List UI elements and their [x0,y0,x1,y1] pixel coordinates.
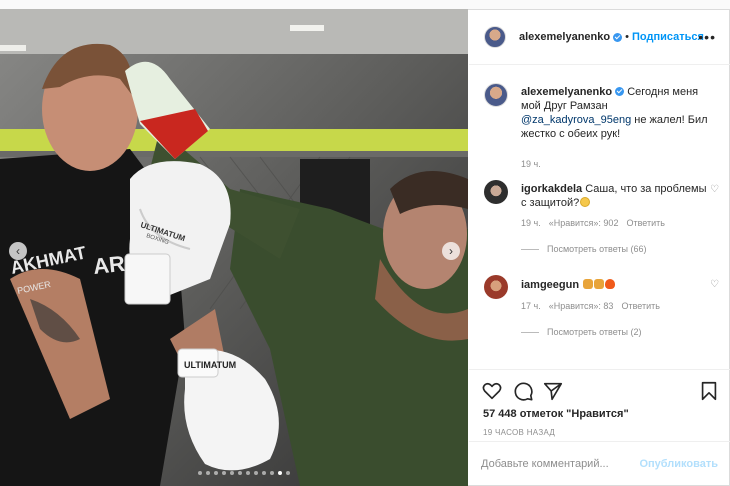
comments-list[interactable]: alexemelyanenko Сегодня меня мой Друг Ра… [469,66,730,369]
more-options-icon[interactable]: ••• [698,29,716,45]
commenter-username[interactable]: igorkakdela [521,183,582,195]
post-header: alexemelyanenko • Подписаться ••• [469,9,730,65]
commenter-username[interactable]: iamgeegun [521,279,579,291]
author-username[interactable]: alexemelyanenko [519,31,610,43]
comment-meta: 17 ч. «Нравится»: 83 Ответить [521,301,660,311]
commenter-avatar[interactable] [484,180,508,204]
author-avatar[interactable] [484,25,506,48]
comment-text: igorkakdela Саша, что за проблемы с защи… [521,182,711,210]
carousel-dot [238,471,242,475]
view-replies-label: Посмотреть ответы (66) [547,244,647,254]
comment-likes[interactable]: «Нравится»: 902 [549,218,619,228]
carousel-dot [254,471,258,475]
boxing-photo: AKHMAT POWER ARKHAT ULTIMATUM BOXING ULT… [0,9,468,486]
flexed-biceps-icon [583,279,594,289]
cuff-text: ULTIMATUM [184,360,236,370]
chevron-right-icon: › [449,244,453,258]
publish-button[interactable]: Опубликовать [639,458,718,470]
view-replies-button[interactable]: Посмотреть ответы (66) [521,244,647,254]
caption-username[interactable]: alexemelyanenko [521,86,612,98]
flexed-biceps-icon [594,279,605,289]
comment-likes[interactable]: «Нравится»: 83 [549,301,614,311]
fire-icon [605,279,616,289]
like-comment-heart-icon[interactable]: ♡ [710,279,719,290]
next-photo-button[interactable]: › [442,242,460,260]
carousel-dot [206,471,210,475]
follow-button[interactable]: Подписаться [632,31,704,43]
view-replies-label: Посмотреть ответы (2) [547,327,642,337]
comment-icon[interactable] [512,380,534,402]
mention-link[interactable]: @za_kadyrova_95eng [521,114,631,126]
comment-time[interactable]: 17 ч. [521,301,541,311]
like-comment-heart-icon[interactable]: ♡ [710,184,719,195]
caption-meta: 19 ч. [521,159,541,169]
likes-count[interactable]: 57 448 отметок "Нравится" [483,408,629,420]
carousel-dot [198,471,202,475]
post-side-panel: alexemelyanenko • Подписаться ••• alexem… [469,9,730,486]
caption-time[interactable]: 19 ч. [521,159,541,169]
caption-text: alexemelyanenko Сегодня меня мой Друг Ра… [521,85,711,141]
carousel-dot [262,471,266,475]
bookmark-icon[interactable] [698,380,720,402]
post-time-ago[interactable]: 19 ЧАСОВ НАЗАД [483,428,555,437]
add-comment-bar: Опубликовать [469,441,730,486]
carousel-dot [214,471,218,475]
comment-text: iamgeegun [521,278,711,292]
carousel-dot [286,471,290,475]
heart-icon[interactable] [481,380,503,402]
carousel-dot [246,471,250,475]
separator-bullet: • [625,30,629,43]
divider-line [521,331,539,333]
share-icon[interactable] [542,380,564,402]
carousel-indicator [198,471,290,475]
reply-button[interactable]: Ответить [621,301,659,311]
chevron-left-icon: ‹ [16,244,20,258]
carousel-dot [230,471,234,475]
comment-time[interactable]: 19 ч. [521,218,541,228]
post-photo[interactable]: AKHMAT POWER ARKHAT ULTIMATUM BOXING ULT… [0,9,468,486]
divider-line [521,248,539,250]
carousel-dot [278,471,282,475]
caption-avatar[interactable] [484,83,508,107]
commenter-avatar[interactable] [484,275,508,299]
comment-input[interactable] [481,458,640,470]
comment-meta: 19 ч. «Нравится»: 902 Ответить [521,218,665,228]
verified-badge-icon [615,87,625,96]
smile-emoji-icon [580,197,591,207]
view-replies-button[interactable]: Посмотреть ответы (2) [521,327,642,337]
reply-button[interactable]: Ответить [626,218,664,228]
carousel-dot [270,471,274,475]
carousel-dot [222,471,226,475]
prev-photo-button[interactable]: ‹ [9,242,27,260]
verified-badge-icon [613,33,623,42]
